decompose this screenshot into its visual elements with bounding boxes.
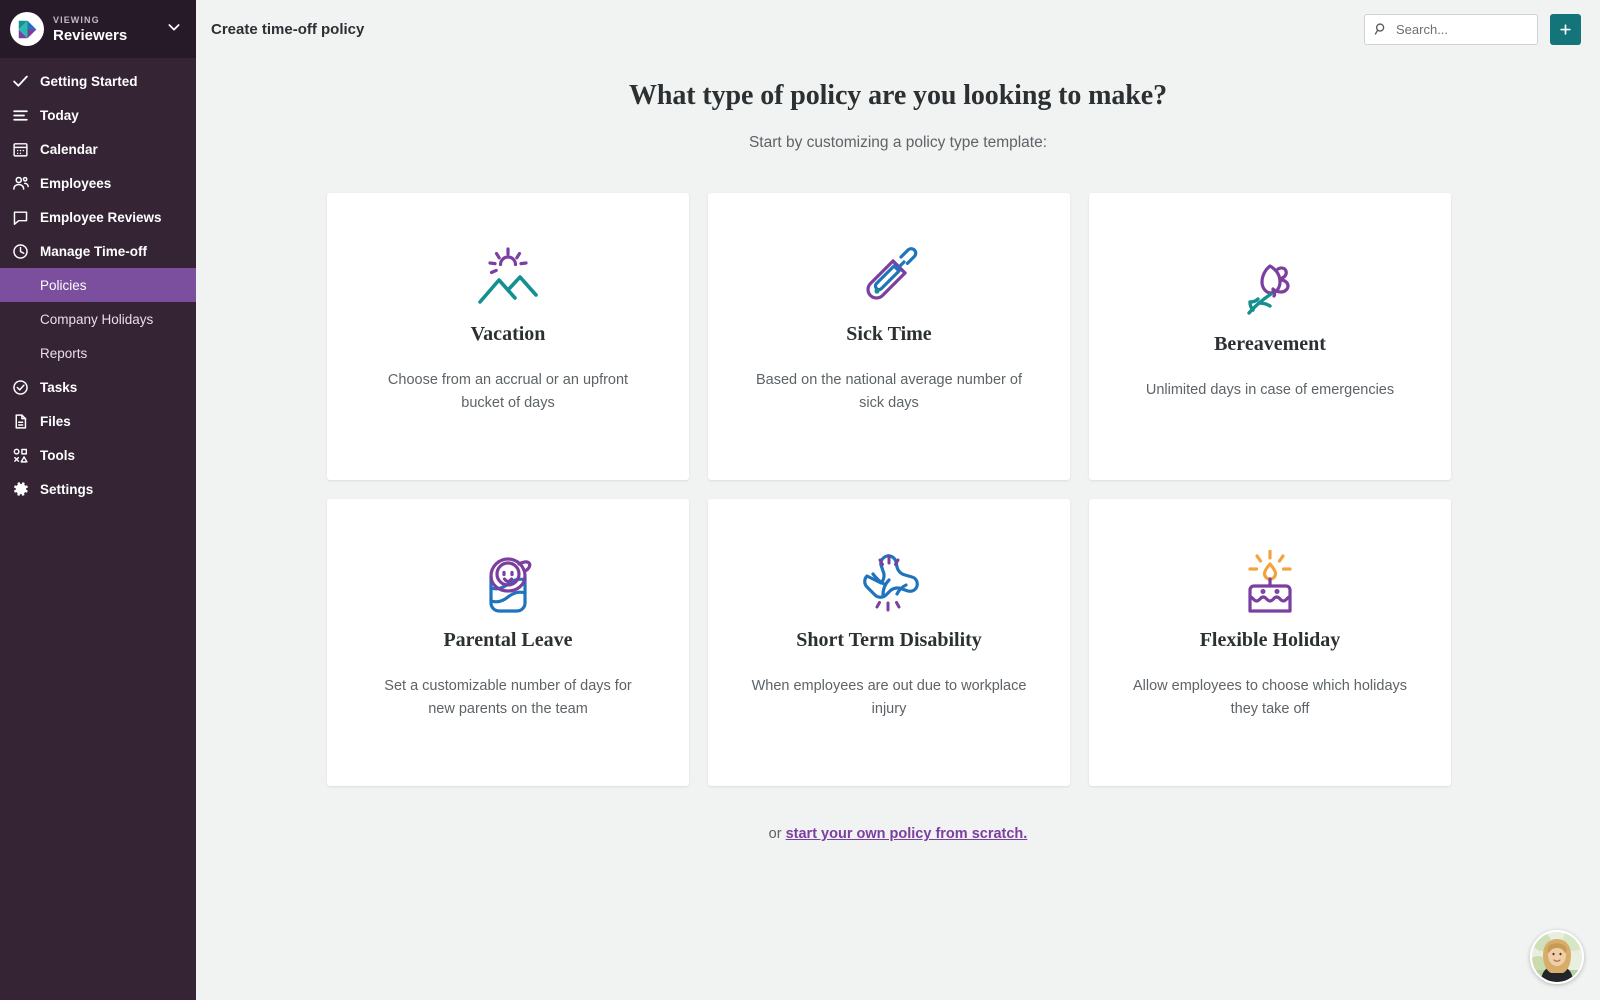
sidebar-item-calendar[interactable]: Calendar <box>0 132 196 166</box>
sidebar-item-label: Today <box>40 107 79 123</box>
logo-k-icon <box>18 20 36 38</box>
sidebar-nav: Getting Started Today Calendar Employees <box>0 58 196 506</box>
policy-card-sick-time[interactable]: Sick Time Based on the national average … <box>708 193 1070 480</box>
sidebar-item-files[interactable]: Files <box>0 404 196 438</box>
app-logo <box>10 12 44 46</box>
sidebar-item-label: Employees <box>40 175 112 191</box>
sidebar-item-label: Getting Started <box>40 73 138 89</box>
check-circle-icon <box>12 379 34 396</box>
sun-mountains-icon <box>472 239 544 315</box>
policy-card-short-term-disability[interactable]: Short Term Disability When employees are… <box>708 499 1070 786</box>
file-icon <box>12 413 34 430</box>
list-icon <box>12 107 34 124</box>
content: What type of policy are you looking to m… <box>196 58 1600 842</box>
sidebar-subitem-label: Company Holidays <box>40 311 154 327</box>
gear-icon <box>12 480 34 498</box>
chat-icon <box>12 209 34 226</box>
start-from-scratch-link[interactable]: start your own policy from scratch. <box>786 826 1028 842</box>
policy-card-desc: Unlimited days in case of emergencies <box>1145 382 1395 398</box>
sidebar-subitem-label: Reports <box>40 345 88 361</box>
sidebar-item-settings[interactable]: Settings <box>0 472 196 506</box>
policy-card-parental-leave[interactable]: Parental Leave Set a customizable number… <box>327 499 689 786</box>
page-subheadline: Start by customizing a policy type templ… <box>748 134 1048 151</box>
page-title: Create time-off policy <box>211 20 365 38</box>
policy-template-grid: Vacation Choose from an accrual or an up… <box>327 193 1469 786</box>
sidebar-item-label: Tasks <box>40 379 78 395</box>
sidebar-item-label: Employee Reviews <box>40 209 162 225</box>
main-area: Create time-off policy Search... What ty… <box>196 0 1600 1000</box>
policy-card-title: Short Term Disability <box>796 629 982 651</box>
rose-icon <box>1237 249 1303 325</box>
footer-note: or start your own policy from scratch. <box>196 826 1600 842</box>
org-viewing-label: VIEWING <box>53 14 100 25</box>
people-icon <box>12 174 34 192</box>
chevron-down-icon[interactable] <box>166 19 182 40</box>
shapes-icon <box>12 447 34 464</box>
search-icon <box>1374 22 1388 36</box>
thermometer-icon <box>856 239 922 315</box>
policy-card-flexible-holiday[interactable]: Flexible Holiday Allow employees to choo… <box>1089 499 1451 786</box>
baby-icon <box>478 545 538 621</box>
topbar: Create time-off policy Search... <box>196 0 1600 58</box>
calendar-icon <box>12 141 34 158</box>
sidebar-item-company-holidays[interactable]: Company Holidays <box>0 302 196 336</box>
avatar-photo <box>1532 932 1582 982</box>
sidebar-item-label: Calendar <box>40 141 98 157</box>
org-text: VIEWING Reviewers <box>53 14 166 44</box>
footer-prefix: or <box>768 826 786 842</box>
sidebar-item-getting-started[interactable]: Getting Started <box>0 64 196 98</box>
org-switcher[interactable]: VIEWING Reviewers <box>0 0 196 58</box>
app-root: VIEWING Reviewers Getting Started Today <box>0 0 1600 1000</box>
check-icon <box>12 73 34 90</box>
sidebar-item-tasks[interactable]: Tasks <box>0 370 196 404</box>
sidebar-subitem-label: Policies <box>40 277 87 293</box>
add-button[interactable] <box>1550 13 1581 45</box>
sidebar-item-tools[interactable]: Tools <box>0 438 196 472</box>
policy-card-title: Sick Time <box>846 323 932 345</box>
policy-card-bereavement[interactable]: Bereavement Unlimited days in case of em… <box>1089 193 1451 480</box>
sidebar-item-label: Manage Time-off <box>40 243 148 259</box>
sidebar-item-reports[interactable]: Reports <box>0 336 196 370</box>
sidebar-item-label: Tools <box>40 447 75 463</box>
sidebar-item-label: Files <box>40 413 71 429</box>
sidebar-item-manage-time-off[interactable]: Manage Time-off <box>0 234 196 268</box>
clock-icon <box>12 243 34 260</box>
sidebar: VIEWING Reviewers Getting Started Today <box>0 0 196 1000</box>
org-name: Reviewers <box>53 26 128 44</box>
policy-card-desc: Based on the national average number of … <box>755 372 1023 412</box>
birthday-cake-icon <box>1237 545 1303 621</box>
search-input[interactable]: Search... <box>1364 13 1538 45</box>
policy-card-desc: When employees are out due to workplace … <box>751 678 1027 718</box>
policy-card-desc: Allow employees to choose which holidays… <box>1132 678 1408 718</box>
search-placeholder: Search... <box>1396 21 1449 37</box>
policy-card-desc: Set a customizable number of days for ne… <box>384 678 632 718</box>
policy-card-title: Flexible Holiday <box>1199 629 1341 651</box>
bandaged-arm-icon <box>853 545 925 621</box>
sidebar-item-employee-reviews[interactable]: Employee Reviews <box>0 200 196 234</box>
policy-card-title: Vacation <box>470 323 546 345</box>
sidebar-item-label: Settings <box>40 481 94 497</box>
sidebar-item-employees[interactable]: Employees <box>0 166 196 200</box>
policy-card-title: Parental Leave <box>443 629 573 651</box>
user-avatar[interactable] <box>1530 930 1584 984</box>
sidebar-item-today[interactable]: Today <box>0 98 196 132</box>
plus-icon <box>1560 23 1571 35</box>
policy-card-title: Bereavement <box>1214 333 1326 355</box>
policy-card-vacation[interactable]: Vacation Choose from an accrual or an up… <box>327 193 689 480</box>
page-headline: What type of policy are you looking to m… <box>629 80 1167 111</box>
policy-card-desc: Choose from an accrual or an upfront buc… <box>387 372 629 412</box>
sidebar-item-policies[interactable]: Policies <box>0 268 196 302</box>
